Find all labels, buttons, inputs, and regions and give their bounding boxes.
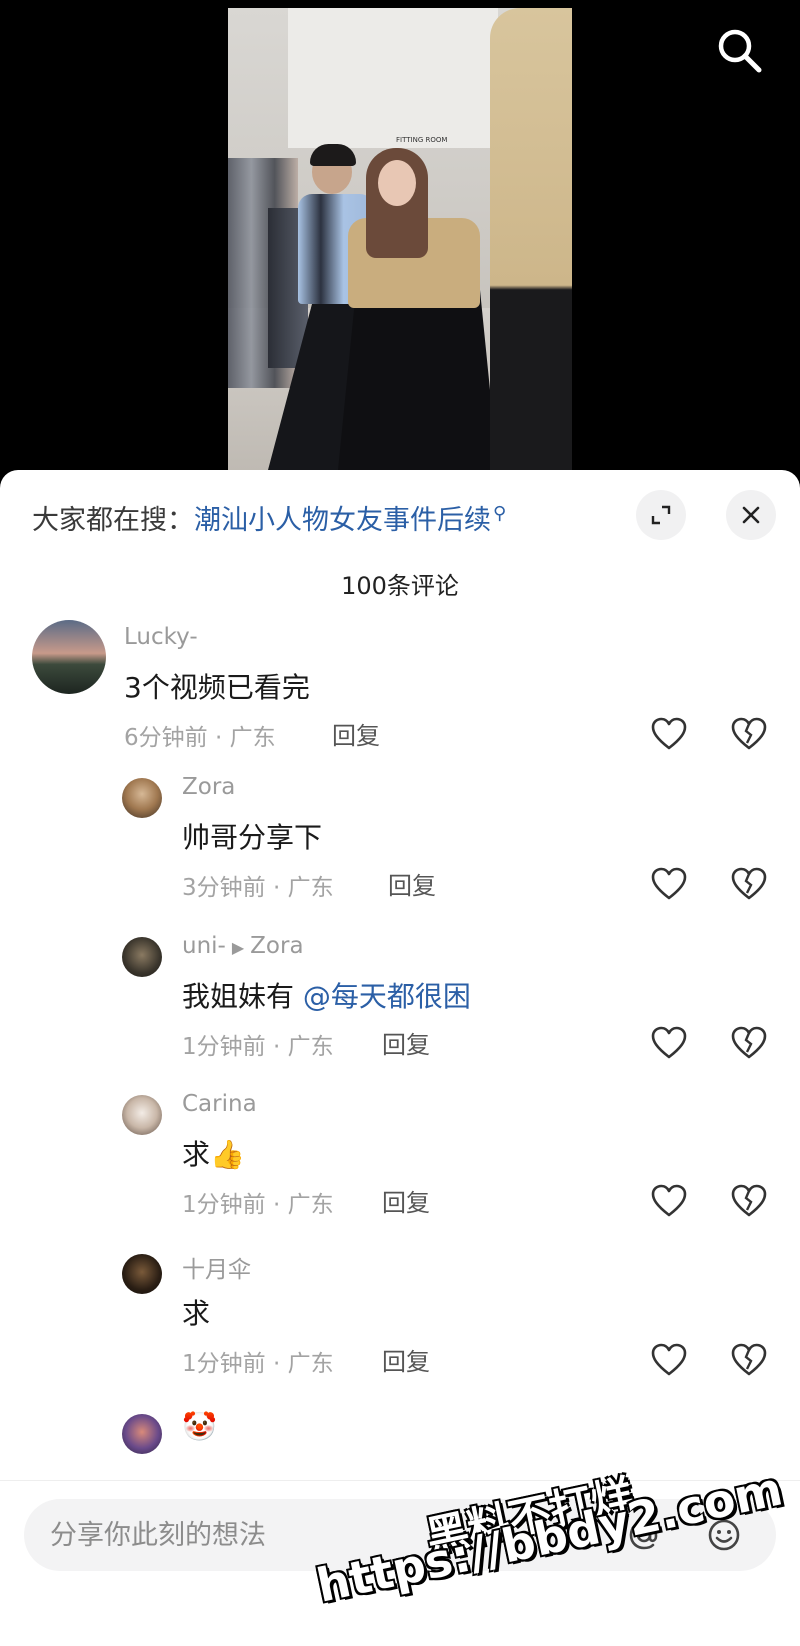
comment-item: Lucky- 3个视频已看完 6分钟前 · 广东 回复 bbox=[0, 620, 800, 770]
hot-search-query[interactable]: 潮汕小人物女友事件后续 bbox=[194, 505, 491, 536]
search-button[interactable] bbox=[715, 26, 771, 82]
avatar[interactable] bbox=[122, 1414, 162, 1454]
reply-arrow-icon: ▶ bbox=[231, 938, 245, 957]
broken-heart-icon bbox=[731, 1184, 767, 1217]
dislike-button[interactable] bbox=[730, 716, 768, 752]
close-button[interactable] bbox=[726, 490, 776, 540]
comment-time-location: 3分钟前 · 广东 bbox=[182, 875, 334, 901]
avatar[interactable] bbox=[122, 1254, 162, 1294]
video-player[interactable]: FITTING ROOM bbox=[228, 8, 572, 470]
expand-icon bbox=[651, 505, 671, 525]
broken-heart-icon bbox=[731, 867, 767, 900]
reply-item: Zora 帅哥分享下 3分钟前 · 广东 回复 bbox=[0, 770, 800, 920]
comment-sheet: 大家都在搜：潮汕小人物女友事件后续 ⚲ 100条评论 Lucky- 3个视频已看完… bbox=[0, 470, 800, 1646]
reply-item: Carina 求👍 1分钟前 · 广东 回复 bbox=[0, 1087, 800, 1237]
heart-icon bbox=[651, 1343, 687, 1376]
heart-icon bbox=[651, 1184, 687, 1217]
thumbs-up-icon: 👍 bbox=[210, 1138, 245, 1171]
comment-text: 3个视频已看完 bbox=[124, 671, 310, 704]
heart-icon bbox=[651, 1026, 687, 1059]
hot-search-bar[interactable]: 大家都在搜：潮汕小人物女友事件后续 ⚲ bbox=[32, 498, 506, 537]
comment-text-line: 我姐妹有 @每天都很困 bbox=[182, 975, 471, 1015]
close-icon bbox=[742, 506, 760, 524]
dislike-button[interactable] bbox=[730, 866, 768, 902]
comment-username[interactable]: Lucky- bbox=[124, 624, 198, 650]
comment-time-location: 1分钟前 · 广东 bbox=[182, 1192, 334, 1218]
comment-username[interactable]: uni- bbox=[182, 933, 226, 959]
comment-text-line: 求👍 bbox=[182, 1133, 245, 1173]
dislike-button[interactable] bbox=[730, 1183, 768, 1219]
clown-icon: 🤡 bbox=[182, 1410, 217, 1443]
comment-emoji: 🤡 bbox=[182, 1410, 217, 1443]
comment-username[interactable]: Carina bbox=[182, 1091, 257, 1117]
comment-username-line: uni- ▶ Zora bbox=[182, 933, 304, 959]
dislike-button[interactable] bbox=[730, 1342, 768, 1378]
avatar[interactable] bbox=[122, 778, 162, 818]
hot-search-prefix: 大家都在搜： bbox=[32, 505, 194, 536]
woman-figure-face bbox=[378, 160, 416, 206]
comment-count-title: 100条评论 bbox=[341, 572, 459, 600]
like-button[interactable] bbox=[650, 1025, 688, 1061]
reply-button[interactable]: 回复 bbox=[332, 716, 380, 751]
mannequin bbox=[490, 8, 572, 470]
man-figure-hair bbox=[310, 144, 356, 166]
fitting-room-sign: FITTING ROOM bbox=[396, 136, 448, 144]
comment-text: 求 bbox=[182, 1138, 211, 1171]
avatar[interactable] bbox=[32, 620, 106, 694]
comment-time-location: 1分钟前 · 广东 bbox=[182, 1351, 334, 1377]
comment-time-location: 6分钟前 · 广东 bbox=[124, 725, 276, 751]
comment-username[interactable]: Zora bbox=[182, 774, 235, 800]
reply-button[interactable]: 回复 bbox=[382, 1025, 430, 1060]
reply-target-username[interactable]: Zora bbox=[250, 933, 303, 959]
comment-username[interactable]: 十月伞 bbox=[182, 1250, 251, 1284]
video-wall bbox=[288, 8, 498, 148]
heart-icon bbox=[651, 717, 687, 750]
broken-heart-icon bbox=[731, 1343, 767, 1376]
search-icon bbox=[718, 29, 762, 73]
comment-text: 求 bbox=[182, 1297, 211, 1330]
avatar[interactable] bbox=[122, 1095, 162, 1135]
like-button[interactable] bbox=[650, 1183, 688, 1219]
heart-icon bbox=[651, 867, 687, 900]
broken-heart-icon bbox=[731, 1026, 767, 1059]
reply-item: 十月伞 求 1分钟前 · 广东 回复 bbox=[0, 1246, 800, 1396]
reply-button[interactable]: 回复 bbox=[388, 866, 436, 901]
video-area: FITTING ROOM bbox=[0, 0, 800, 470]
avatar[interactable] bbox=[122, 937, 162, 977]
like-button[interactable] bbox=[650, 1342, 688, 1378]
mention-link[interactable]: @每天都很困 bbox=[303, 980, 471, 1013]
dislike-button[interactable] bbox=[730, 1025, 768, 1061]
like-button[interactable] bbox=[650, 716, 688, 752]
comment-text: 我姐妹有 bbox=[182, 980, 295, 1013]
like-button[interactable] bbox=[650, 866, 688, 902]
reply-item: 🤡 bbox=[0, 1406, 800, 1476]
search-icon: ⚲ bbox=[493, 503, 507, 524]
expand-button[interactable] bbox=[636, 490, 686, 540]
reply-item: uni- ▶ Zora 我姐妹有 @每天都很困 1分钟前 · 广东 回复 bbox=[0, 929, 800, 1079]
comment-time-location: 1分钟前 · 广东 bbox=[182, 1034, 334, 1060]
comment-text: 帅哥分享下 bbox=[182, 821, 323, 854]
broken-heart-icon bbox=[731, 717, 767, 750]
reply-button[interactable]: 回复 bbox=[382, 1342, 430, 1377]
reply-button[interactable]: 回复 bbox=[382, 1183, 430, 1218]
